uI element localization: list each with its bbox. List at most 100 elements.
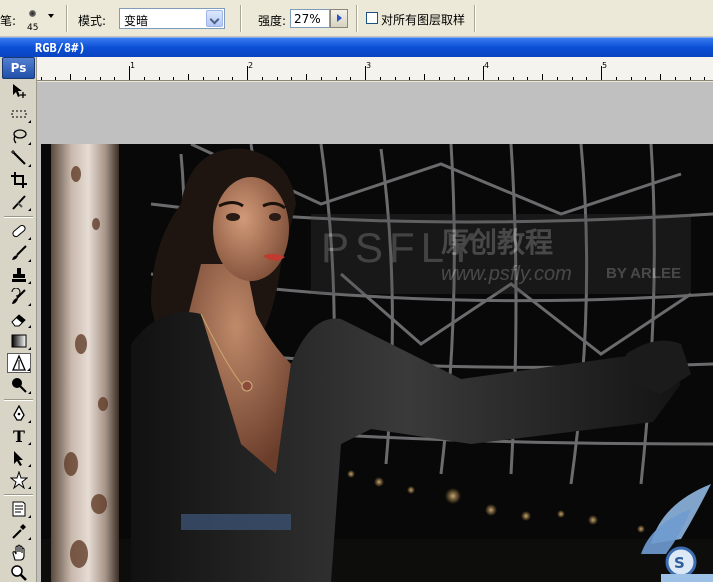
ruler-tick: [40, 77, 42, 80]
ruler-tick: [483, 66, 484, 80]
ruler-tick: [394, 77, 396, 80]
mode-label: 模式:: [78, 14, 107, 28]
brush-tip-icon: [29, 10, 36, 17]
shape-tool[interactable]: [7, 470, 31, 490]
ruler-tick: [453, 77, 455, 80]
crop-tool[interactable]: [7, 170, 31, 190]
watermark-url: www.psfly.com: [441, 263, 572, 285]
marquee-tool[interactable]: [7, 104, 31, 124]
history-brush-icon: [11, 288, 26, 304]
document-title: RGB/8#): [35, 41, 86, 55]
svg-text:S: S: [674, 554, 685, 572]
zoom-tool[interactable]: [7, 563, 31, 582]
document-title-bar[interactable]: RGB/8#): [0, 37, 713, 57]
chevron-down-icon[interactable]: [206, 10, 223, 27]
strength-input[interactable]: 27%: [290, 9, 330, 28]
ruler-tick: [55, 77, 57, 80]
history-brush-tool[interactable]: [7, 287, 31, 307]
ruler-tick: [306, 74, 307, 80]
healing-brush-tool[interactable]: [7, 221, 31, 241]
brush-preset-picker[interactable]: 45: [22, 4, 44, 33]
ruler-tick: [158, 77, 160, 80]
sample-all-layers-label[interactable]: 对所有图层取样: [381, 11, 465, 28]
brush-dropdown-arrow-icon[interactable]: [48, 14, 54, 18]
ruler-tick: [468, 77, 470, 80]
options-separator: [66, 5, 68, 32]
ruler-tick: [527, 77, 529, 80]
ruler-label: 2: [248, 61, 254, 70]
clone-stamp-tool[interactable]: [7, 265, 31, 285]
move-icon: [13, 84, 26, 98]
ruler-tick: [99, 77, 101, 80]
eyedropper-icon: [12, 524, 26, 539]
magic-wand-tool[interactable]: [7, 148, 31, 168]
ruler-tick: [84, 77, 86, 80]
toolbox-separator: [4, 216, 33, 218]
photoshop-logo[interactable]: Ps: [2, 57, 35, 79]
options-separator: [474, 5, 476, 32]
watermark-cn: 原创教程: [441, 226, 553, 259]
ruler-tick: [630, 77, 632, 80]
lasso-tool[interactable]: [7, 126, 31, 146]
move-tool[interactable]: [7, 81, 31, 101]
path-select-icon: [14, 451, 23, 466]
ruler-tick: [674, 77, 676, 80]
canvas-photo[interactable]: PSFLY 原创教程 www.psfly.com BY ARLEE S: [41, 144, 713, 582]
toolbox: Ps T: [0, 57, 37, 582]
zoom-icon: [11, 565, 27, 581]
marquee-icon: [11, 110, 27, 118]
ruler-tick: [601, 66, 602, 80]
ruler-tick: [217, 77, 219, 80]
options-separator: [356, 5, 358, 32]
slice-icon: [12, 195, 26, 210]
ruler-tick: [320, 77, 322, 80]
brush-tool[interactable]: [7, 243, 31, 263]
mode-select-value: 变暗: [124, 14, 149, 28]
path-selection-tool[interactable]: [7, 448, 31, 468]
brush-size-value: 45: [27, 23, 39, 33]
strength-slider-button[interactable]: [330, 9, 348, 28]
gradient-tool[interactable]: [7, 331, 31, 351]
toolbox-separator: [4, 494, 33, 496]
sharpen-tool[interactable]: [7, 353, 31, 373]
eraser-icon: [11, 314, 26, 327]
slice-tool[interactable]: [7, 192, 31, 212]
magic-wand-icon: [11, 150, 26, 165]
eraser-tool[interactable]: [7, 309, 31, 329]
ruler-label: 5: [602, 61, 608, 70]
horizontal-ruler[interactable]: 1 2 3 4 5: [37, 57, 713, 81]
bandage-icon: [12, 224, 26, 238]
sample-all-layers-checkbox[interactable]: [366, 12, 378, 24]
ruler-tick: [615, 77, 617, 80]
ruler-tick: [261, 77, 263, 80]
ruler-tick: [409, 77, 411, 80]
ruler-tick: [379, 77, 381, 80]
ruler-tick: [497, 77, 499, 80]
hand-icon: [12, 544, 25, 561]
type-tool[interactable]: T: [7, 426, 31, 446]
ruler-tick: [645, 77, 647, 80]
lasso-icon: [13, 129, 27, 144]
ruler-label: 3: [366, 61, 372, 70]
ruler-tick: [542, 74, 543, 80]
hand-tool[interactable]: [7, 543, 31, 563]
ruler-label: 4: [484, 61, 490, 70]
brush-label: 笔:: [0, 14, 17, 28]
eyedropper-tool[interactable]: [7, 521, 31, 541]
ruler-tick: [365, 66, 366, 80]
ruler-tick: [291, 77, 293, 80]
watermark-author: BY ARLEE: [606, 265, 681, 282]
strength-value: 27%: [294, 12, 321, 26]
gradient-icon: [11, 334, 27, 348]
dodge-tool[interactable]: [7, 375, 31, 395]
notes-tool[interactable]: [7, 499, 31, 519]
ruler-tick: [335, 77, 337, 80]
ruler-tick: [424, 74, 425, 80]
ruler-tick: [114, 77, 116, 80]
mode-select[interactable]: 变暗: [119, 8, 225, 29]
ruler-tick: [173, 77, 175, 80]
ruler-tick: [438, 77, 440, 80]
type-icon: T: [13, 426, 25, 446]
dodge-icon: [12, 378, 27, 393]
pen-tool[interactable]: [7, 404, 31, 424]
